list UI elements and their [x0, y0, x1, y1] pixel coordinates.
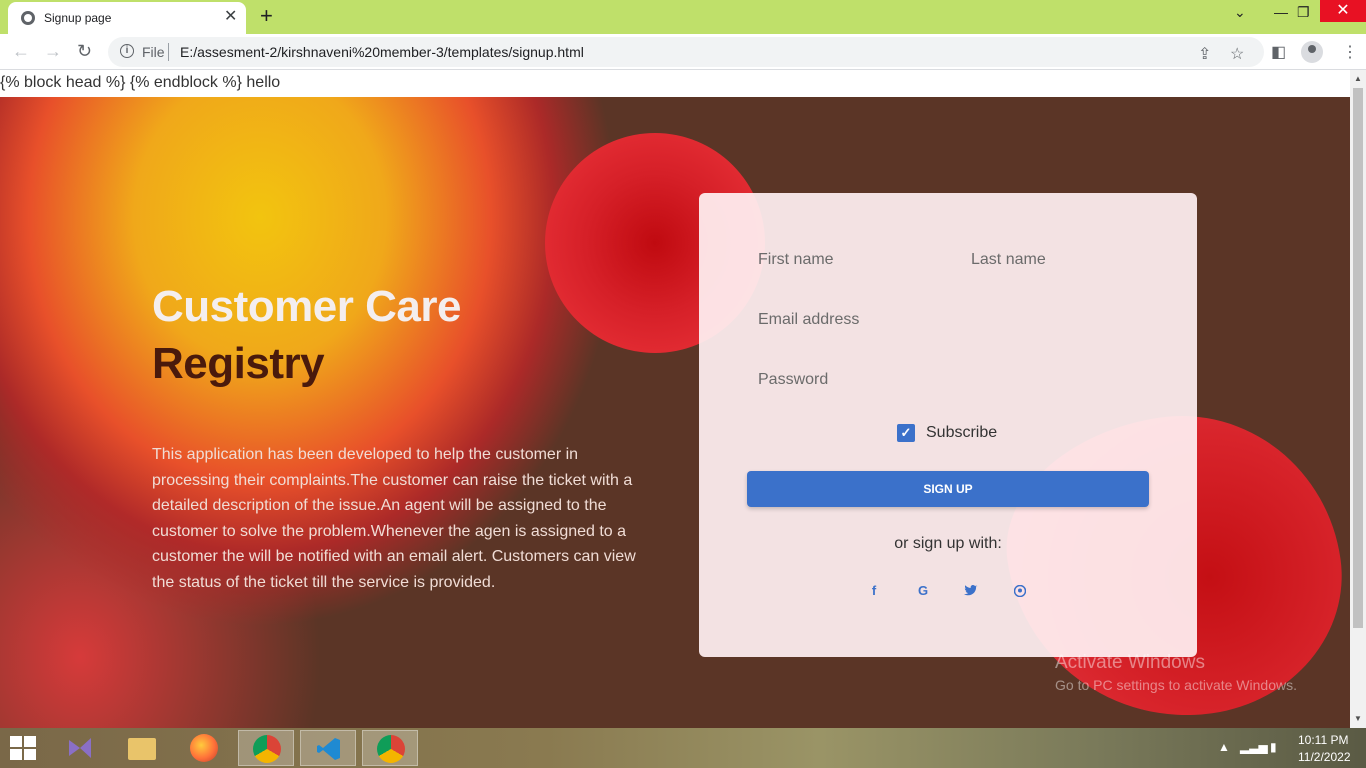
profile-avatar[interactable] — [1301, 41, 1323, 63]
share-icon[interactable]: ⇪ — [1198, 44, 1211, 64]
divider — [168, 43, 169, 61]
vscode-icon[interactable] — [300, 730, 356, 766]
activate-windows-subtitle: Go to PC settings to activate Windows. — [1055, 677, 1297, 693]
minimize-icon[interactable]: — — [1274, 4, 1288, 20]
page-viewport: {% block head %} {% endblock %} hello Cu… — [0, 70, 1350, 728]
scroll-up-icon[interactable]: ▲ — [1354, 74, 1362, 83]
windows-start-icon[interactable] — [10, 736, 38, 760]
window-close-button[interactable]: ✕ — [1320, 0, 1366, 22]
scroll-thumb[interactable] — [1353, 88, 1363, 628]
tab-search-icon[interactable]: ⌄ — [1234, 4, 1246, 21]
browser-tab[interactable]: Signup page ✕ — [8, 2, 246, 34]
battery-icon[interactable]: ▮ — [1270, 740, 1277, 754]
twitter-icon[interactable] — [961, 583, 981, 599]
google-icon[interactable]: G — [913, 583, 933, 599]
chrome-icon[interactable] — [362, 730, 418, 766]
last-name-field[interactable]: Last name — [971, 251, 1046, 269]
address-bar[interactable]: i File E:/assesment-2/kirshnaveni%20memb… — [108, 37, 1264, 67]
github-icon[interactable] — [1010, 583, 1030, 599]
signup-card: First name Last name Email address Passw… — [699, 193, 1197, 657]
reload-icon[interactable]: ↻ — [77, 41, 92, 61]
network-signal-icon[interactable]: ▂▃▅ — [1240, 740, 1268, 754]
subscribe-checkbox[interactable]: ✓ — [897, 424, 915, 442]
email-field[interactable]: Email address — [758, 311, 859, 329]
forward-icon[interactable]: → — [44, 41, 62, 61]
hero-section: Customer Care Registry This application … — [0, 97, 1350, 728]
password-field[interactable]: Password — [758, 371, 828, 389]
tab-strip: Signup page ✕ + ⌄ — ❐ ✕ — [0, 0, 1366, 34]
headline-line-1: Customer Care — [152, 282, 461, 331]
headline-line-2: Registry — [152, 339, 325, 388]
new-tab-button[interactable]: + — [260, 4, 273, 28]
side-panel-icon[interactable]: ◧ — [1271, 42, 1286, 62]
restore-icon[interactable]: ❐ — [1297, 4, 1310, 21]
url-text[interactable]: E:/assesment-2/kirshnaveni%20member-3/te… — [180, 44, 584, 60]
activate-windows-title: Activate Windows — [1055, 652, 1205, 673]
visual-studio-icon[interactable] — [52, 730, 108, 766]
taskbar-time[interactable]: 10:11 PM — [1298, 733, 1348, 747]
facebook-icon[interactable]: f — [864, 583, 884, 599]
bookmark-star-icon[interactable]: ☆ — [1230, 44, 1244, 64]
menu-kebab-icon[interactable]: ⋮ — [1342, 42, 1358, 62]
signup-button[interactable]: SIGN UP — [747, 471, 1149, 507]
close-tab-icon[interactable]: ✕ — [224, 8, 237, 26]
windows-taskbar: ▲ ▂▃▅ ▮ 10:11 PM 11/2/2022 — [0, 728, 1366, 768]
template-text: {% block head %} {% endblock %} hello — [0, 74, 281, 91]
tray-overflow-icon[interactable]: ▲ — [1218, 740, 1230, 754]
firefox-icon[interactable] — [176, 730, 232, 766]
taskbar-date[interactable]: 11/2/2022 — [1298, 750, 1351, 764]
info-icon[interactable]: i — [120, 44, 134, 58]
description-paragraph: This application has been developed to h… — [152, 446, 636, 591]
file-explorer-icon[interactable] — [114, 730, 170, 766]
subscribe-label[interactable]: Subscribe — [926, 424, 997, 442]
vertical-scrollbar[interactable]: ▲ ▼ — [1350, 70, 1366, 728]
first-name-field[interactable]: First name — [758, 251, 834, 269]
back-icon[interactable]: ← — [12, 41, 30, 61]
tab-title: Signup page — [44, 11, 112, 25]
browser-toolbar: ← → ↻ i File E:/assesment-2/kirshnaveni%… — [0, 34, 1366, 70]
chrome-profile-icon[interactable] — [238, 730, 294, 766]
scheme-label: File — [142, 44, 165, 60]
scroll-down-icon[interactable]: ▼ — [1354, 714, 1362, 723]
social-prompt: or sign up with: — [894, 535, 1002, 552]
globe-icon — [21, 11, 35, 25]
